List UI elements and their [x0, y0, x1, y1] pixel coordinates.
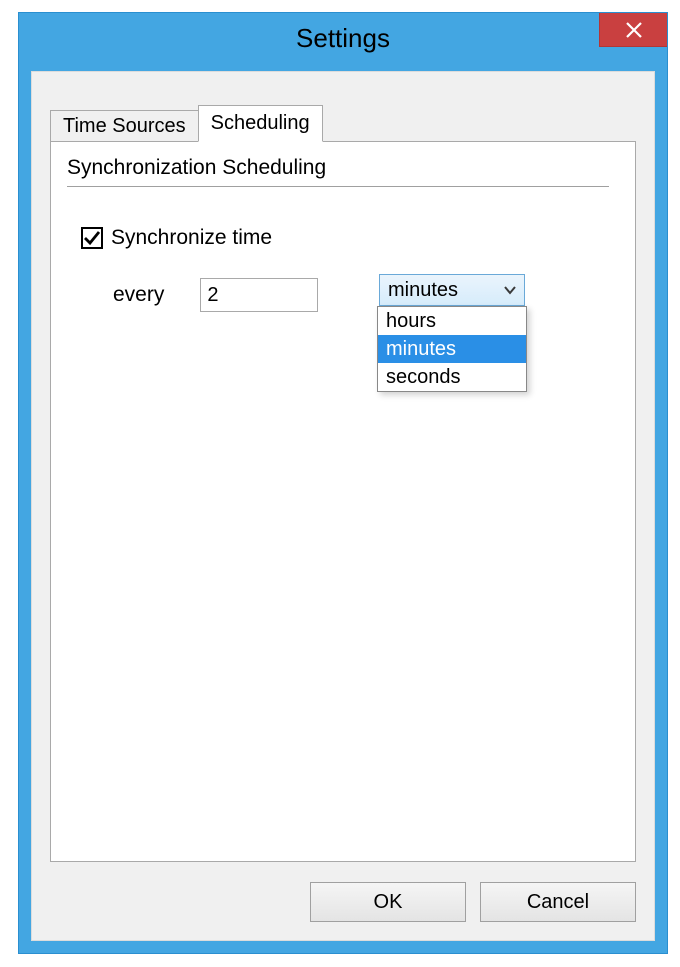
- unit-combobox-value: minutes: [380, 279, 496, 302]
- window-title: Settings: [19, 23, 667, 54]
- dropdown-item-label: seconds: [386, 366, 461, 389]
- ok-button[interactable]: OK: [310, 882, 466, 922]
- tab-row: Time Sources Scheduling: [50, 106, 322, 142]
- button-label: OK: [374, 891, 403, 914]
- close-icon: [625, 21, 643, 39]
- unit-option-hours[interactable]: hours: [378, 307, 526, 335]
- unit-combobox[interactable]: minutes: [379, 274, 525, 306]
- section-title: Synchronization Scheduling: [67, 156, 326, 180]
- section-divider: [67, 186, 609, 187]
- titlebar: Settings: [19, 13, 667, 63]
- dialog-button-row: OK Cancel: [310, 882, 636, 922]
- unit-option-minutes[interactable]: minutes: [378, 335, 526, 363]
- sync-checkbox-row: Synchronize time: [81, 226, 272, 250]
- tab-scheduling[interactable]: Scheduling: [198, 105, 323, 142]
- interval-row: every: [113, 278, 318, 312]
- close-button[interactable]: [599, 13, 667, 47]
- tab-time-sources[interactable]: Time Sources: [50, 110, 199, 142]
- every-label: every: [113, 283, 164, 307]
- button-label: Cancel: [527, 891, 589, 914]
- dropdown-item-label: hours: [386, 310, 436, 333]
- unit-option-seconds[interactable]: seconds: [378, 363, 526, 391]
- sync-checkbox-label: Synchronize time: [111, 226, 272, 250]
- tab-label: Time Sources: [63, 115, 186, 138]
- dropdown-item-label: minutes: [386, 338, 456, 361]
- tab-panel-scheduling: Synchronization Scheduling Synchronize t…: [50, 141, 636, 862]
- sync-checkbox[interactable]: [81, 227, 103, 249]
- checkmark-icon: [83, 229, 101, 247]
- client-area: Time Sources Scheduling Synchronization …: [31, 71, 655, 941]
- cancel-button[interactable]: Cancel: [480, 882, 636, 922]
- chevron-down-icon: [496, 285, 524, 295]
- tab-label: Scheduling: [211, 112, 310, 135]
- interval-input[interactable]: [200, 278, 318, 312]
- settings-window: Settings Time Sources Scheduling Synchro…: [18, 12, 668, 954]
- unit-dropdown-list: hours minutes seconds: [377, 306, 527, 392]
